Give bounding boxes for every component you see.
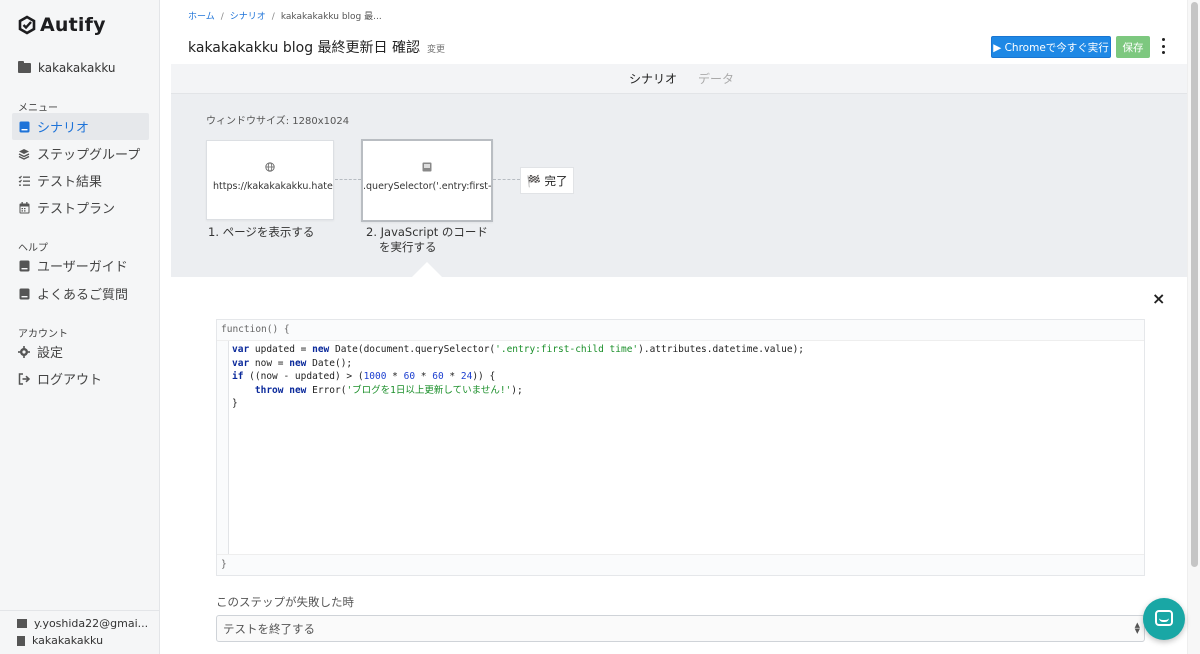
- breadcrumb-scenario[interactable]: シナリオ: [230, 12, 266, 22]
- editor-gutter: [217, 341, 229, 554]
- step-card-open-page[interactable]: https://kakakakakku.hatenablog.com/: [206, 140, 334, 220]
- step-connector: [335, 179, 361, 180]
- sidebar-item-logout[interactable]: ログアウト: [12, 365, 149, 392]
- sidebar-item-step-group[interactable]: ステップグループ: [12, 140, 149, 167]
- run-in-chrome-button[interactable]: ▶ Chromeで今すぐ実行: [991, 36, 1111, 58]
- book-icon: [18, 288, 30, 300]
- user-email: y.yoshida22@gmai...: [34, 617, 149, 630]
- code-body[interactable]: var updated = new Date(document.querySel…: [232, 343, 804, 411]
- brand-name: Autify: [40, 14, 106, 36]
- sidebar-item-label: シナリオ: [37, 121, 90, 136]
- step-url: https://kakakakakku.hatenablog.com/: [213, 181, 333, 192]
- sidebar-item-label: テスト結果: [37, 175, 103, 190]
- sidebar-item-scenario[interactable]: シナリオ: [12, 113, 149, 140]
- building-icon: [17, 635, 25, 646]
- close-icon[interactable]: ×: [1152, 291, 1165, 307]
- tab-scenario[interactable]: シナリオ: [629, 70, 677, 87]
- gear-icon: [18, 345, 30, 358]
- code-function-footer: }: [217, 554, 1144, 575]
- change-title-link[interactable]: 変更: [427, 42, 445, 55]
- book-icon: [18, 260, 30, 272]
- sidebar-item-label: ステップグループ: [37, 148, 141, 163]
- step-label-2: 2. JavaScript のコード を実行する: [366, 225, 488, 255]
- page-title: kakakakakku blog 最終更新日 確認: [188, 40, 420, 56]
- breadcrumb: ホーム / シナリオ / kakakakakku blog 最...: [188, 12, 382, 22]
- scrollbar-thumb[interactable]: [1191, 2, 1198, 567]
- sidebar-item-label: ユーザーガイド: [37, 260, 128, 275]
- step-label-2-line2: を実行する: [379, 240, 437, 254]
- selected-step-pointer: [412, 262, 442, 277]
- step-label-1: 1. ページを表示する: [208, 225, 315, 239]
- project-selector[interactable]: kakakakakku: [18, 61, 116, 75]
- sidebar-item-test-results[interactable]: テスト結果: [12, 167, 149, 194]
- step-code-preview: .querySelector('.entry:first-chi: [363, 181, 491, 192]
- more-menu-icon[interactable]: [1160, 38, 1166, 54]
- step-card-javascript[interactable]: .querySelector('.entry:first-chi: [361, 139, 493, 222]
- on-failure-selected-value: テストを終了する: [223, 622, 315, 636]
- main-content: ホーム / シナリオ / kakakakakku blog 最... kakakakak…: [171, 0, 1187, 654]
- tab-data[interactable]: データ: [698, 70, 734, 87]
- calendar-icon: [18, 201, 30, 214]
- sidebar: Autify kakakakakku メニュー シナリオ ステップグループ テス…: [0, 0, 160, 654]
- page-scrollbar[interactable]: [1187, 0, 1200, 654]
- breadcrumb-home[interactable]: ホーム: [188, 12, 215, 22]
- checklist-icon: [18, 175, 30, 187]
- step-label-2-line1: 2. JavaScript のコード: [366, 225, 488, 239]
- user-info[interactable]: y.yoshida22@gmai... kakakakakku: [0, 610, 160, 654]
- sidebar-item-label: 設定: [37, 346, 64, 361]
- user-org: kakakakakku: [32, 634, 104, 647]
- code-function-header: function() {: [217, 320, 1144, 341]
- save-button[interactable]: 保存: [1116, 36, 1150, 58]
- mail-icon: [17, 619, 27, 628]
- on-failure-label: このステップが失敗した時: [216, 595, 354, 609]
- sidebar-item-test-plan[interactable]: テストプラン: [12, 194, 149, 221]
- autify-logo[interactable]: Autify: [17, 14, 106, 36]
- sidebar-item-label: ログアウト: [37, 373, 103, 388]
- sidebar-item-settings[interactable]: 設定: [12, 338, 149, 365]
- title-row: kakakakakku blog 最終更新日 確認 変更: [188, 37, 445, 57]
- project-name: kakakakakku: [38, 61, 116, 75]
- scenario-icon: [18, 121, 30, 133]
- breadcrumb-current: kakakakakku blog 最...: [280, 12, 382, 22]
- javascript-code-editor[interactable]: function() { var updated = new Date(docu…: [216, 319, 1145, 576]
- flow-done-marker: 🏁 完了: [520, 167, 574, 194]
- layers-icon: [18, 148, 30, 160]
- folder-icon: [18, 61, 31, 73]
- support-chat-button[interactable]: [1143, 598, 1185, 640]
- step-connector: [493, 179, 520, 180]
- sidebar-item-user-guide[interactable]: ユーザーガイド: [12, 252, 149, 279]
- tab-bar: シナリオ データ: [171, 64, 1187, 94]
- code-icon: [422, 162, 432, 172]
- globe-icon: [265, 162, 275, 172]
- sidebar-item-label: テストプラン: [37, 202, 116, 217]
- scenario-flow: ウィンドウサイズ: 1280x1024 https://kakakakakku.…: [171, 94, 1187, 277]
- window-size: ウィンドウサイズ: 1280x1024: [206, 116, 350, 127]
- select-arrows-icon: ▲ ▼: [1134, 621, 1140, 635]
- sidebar-item-faq[interactable]: よくあるご質問: [12, 280, 149, 307]
- sidebar-item-label: よくあるご質問: [37, 288, 129, 303]
- autify-logo-icon: [18, 15, 36, 35]
- on-failure-select[interactable]: テストを終了する ▲ ▼: [216, 615, 1145, 642]
- logout-icon: [18, 372, 30, 385]
- menu-section-label: メニュー: [18, 103, 58, 114]
